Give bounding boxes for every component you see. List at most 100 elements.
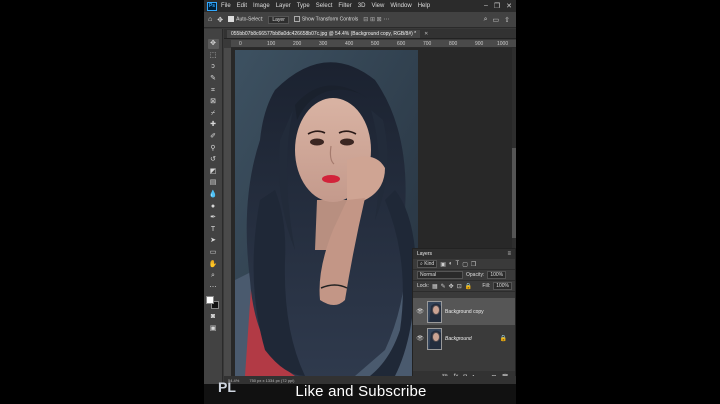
fill-label: Fill:: [482, 283, 491, 289]
history-brush-tool-icon[interactable]: ↺: [208, 155, 219, 165]
menu-file[interactable]: File: [221, 3, 231, 9]
scrollbar-thumb[interactable]: [512, 148, 516, 238]
type-tool-icon[interactable]: T: [208, 225, 219, 235]
layer-name[interactable]: Background: [445, 336, 472, 342]
blur-tool-icon[interactable]: 💧: [208, 190, 219, 200]
move-tool-preset-icon[interactable]: ✥: [217, 16, 223, 24]
document-tab[interactable]: 055bb07b8c66577bb8a0dc426658b07c.jpg @ 5…: [227, 29, 421, 38]
blend-opacity-row: Normal Opacity: 100%: [413, 270, 515, 281]
menu-view[interactable]: View: [371, 3, 384, 9]
panel-menu-icon[interactable]: ≡: [507, 251, 511, 257]
auto-select-checkbox[interactable]: Auto-Select:: [228, 16, 264, 23]
eyedropper-tool-icon[interactable]: ⌿: [208, 109, 219, 119]
marquee-tool-icon[interactable]: ⬚: [208, 51, 219, 61]
ruler-mark: 800: [449, 41, 458, 47]
dodge-tool-icon[interactable]: ●: [208, 201, 219, 211]
lock-all-icon[interactable]: 🔒: [465, 283, 472, 290]
ruler-mark: 500: [371, 41, 380, 47]
ruler-mark: 900: [475, 41, 484, 47]
filter-kind-dropdown[interactable]: ⌕ Kind: [417, 260, 438, 268]
layer-lock-icon[interactable]: 🔒: [500, 335, 507, 342]
color-swatches[interactable]: [206, 296, 220, 310]
show-transform-checkbox[interactable]: Show Transform Controls: [293, 16, 359, 23]
clone-stamp-tool-icon[interactable]: ⚲: [208, 143, 219, 153]
photoshop-logo: Ps: [207, 1, 217, 11]
lock-image-icon[interactable]: ✎: [441, 283, 446, 290]
ruler-mark: 700: [423, 41, 432, 47]
menu-3d[interactable]: 3D: [358, 3, 366, 9]
home-icon[interactable]: ⌂: [208, 16, 212, 23]
more-tools-icon[interactable]: ⋯: [208, 282, 219, 292]
menu-layer[interactable]: Layer: [276, 3, 291, 9]
ruler-mark: 200: [293, 41, 302, 47]
hand-tool-icon[interactable]: ✋: [208, 259, 219, 269]
minimize-icon[interactable]: –: [484, 2, 488, 10]
rectangle-tool-icon[interactable]: ▭: [208, 248, 219, 258]
ruler-mark: 400: [345, 41, 354, 47]
quick-selection-tool-icon[interactable]: ✎: [208, 74, 219, 84]
lock-artboard-icon[interactable]: ⊡: [457, 283, 462, 290]
foreground-color-swatch[interactable]: [206, 296, 214, 305]
opacity-input[interactable]: 100%: [487, 271, 507, 279]
lock-position-icon[interactable]: ✥: [449, 283, 454, 290]
lasso-tool-icon[interactable]: ↄ: [208, 62, 219, 72]
portrait-photo[interactable]: [235, 50, 418, 376]
options-bar: ⌂ ✥ Auto-Select: Layer Show Transform Co…: [204, 12, 516, 28]
auto-select-label: Auto-Select:: [236, 16, 264, 23]
menu-type[interactable]: Type: [297, 3, 310, 9]
layer-thumbnail: [427, 327, 442, 350]
opacity-label: Opacity:: [466, 272, 485, 278]
crop-tool-icon[interactable]: ⌗: [208, 85, 219, 95]
menu-edit[interactable]: Edit: [237, 3, 247, 9]
close-tab-icon[interactable]: ✕: [424, 31, 428, 37]
workspace-icon[interactable]: ▭: [493, 16, 500, 24]
show-transform-label: Show Transform Controls: [301, 16, 359, 23]
eraser-tool-icon[interactable]: ◩: [208, 167, 219, 177]
auto-select-target-dropdown[interactable]: Layer: [268, 15, 289, 24]
layers-panel-header: Layers ≡: [413, 249, 515, 259]
ruler-mark: 100: [267, 41, 276, 47]
type-filter-icon[interactable]: T: [456, 261, 460, 267]
pen-tool-icon[interactable]: ✒: [208, 213, 219, 223]
quick-mask-icon[interactable]: ◙: [208, 312, 219, 322]
zoom-tool-icon[interactable]: ⌕: [208, 271, 219, 281]
menu-window[interactable]: Window: [390, 3, 411, 9]
ruler-mark: 600: [397, 41, 406, 47]
layer-filter-row: ⌕ Kind ▣ ◐ T ▢ ❐: [413, 259, 515, 270]
screen-mode-icon[interactable]: ▣: [208, 324, 219, 334]
move-tool-icon[interactable]: ✥: [207, 39, 219, 49]
gradient-tool-icon[interactable]: ▤: [208, 178, 219, 188]
adjustment-filter-icon[interactable]: ◐: [449, 261, 453, 267]
visibility-eye-icon[interactable]: 👁: [416, 308, 424, 315]
layer-row-background[interactable]: 👁 Background 🔒: [413, 325, 515, 352]
menu-filter[interactable]: Filter: [338, 3, 351, 9]
filter-kind-label: Kind: [424, 261, 435, 267]
smart-object-filter-icon[interactable]: ❐: [471, 261, 476, 268]
frame-tool-icon[interactable]: ⊠: [208, 97, 219, 107]
fill-input[interactable]: 100%: [493, 282, 512, 290]
layer-row-background-copy[interactable]: 👁 Background copy: [413, 298, 515, 325]
path-selection-tool-icon[interactable]: ➤: [208, 236, 219, 246]
pixel-filter-icon[interactable]: ▣: [440, 261, 446, 268]
document-dimensions: 750 px x 1334 px (72 ppi): [249, 377, 295, 383]
menu-help[interactable]: Help: [418, 3, 430, 9]
close-icon[interactable]: ✕: [506, 2, 512, 10]
portrait-illustration: [235, 50, 418, 376]
visibility-eye-icon[interactable]: 👁: [416, 335, 424, 342]
blend-mode-dropdown[interactable]: Normal: [417, 271, 463, 279]
lock-label: Lock:: [417, 283, 429, 289]
align-icons[interactable]: ⊟ ⊞ ⊠ ⋯: [363, 16, 389, 23]
layer-name[interactable]: Background copy: [445, 309, 484, 315]
menu-select[interactable]: Select: [316, 3, 333, 9]
shape-filter-icon[interactable]: ▢: [462, 261, 468, 268]
search-icon[interactable]: ⌕: [484, 16, 488, 24]
photoshop-window: Ps File Edit Image Layer Type Select Fil…: [204, 0, 516, 404]
brush-tool-icon[interactable]: ✐: [208, 132, 219, 142]
share-icon[interactable]: ⇧: [504, 16, 510, 24]
lock-transparent-icon[interactable]: ▦: [432, 283, 438, 290]
healing-brush-tool-icon[interactable]: ✚: [208, 120, 219, 130]
restore-icon[interactable]: ❐: [494, 2, 500, 10]
menu-image[interactable]: Image: [253, 3, 270, 9]
layers-tab[interactable]: Layers: [417, 251, 432, 257]
layer-thumbnail: [427, 300, 442, 323]
